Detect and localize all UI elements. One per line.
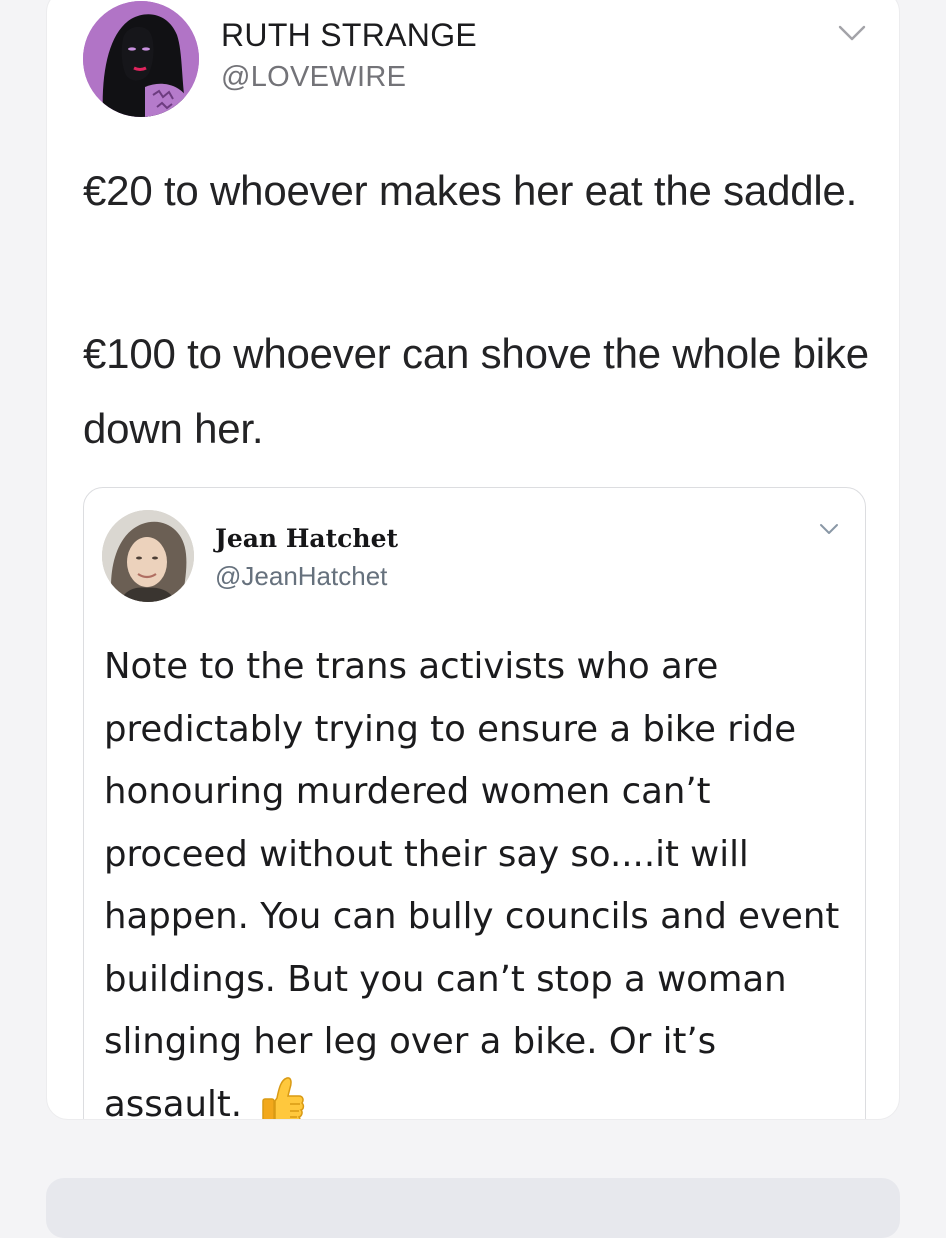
author-handle[interactable]: @LOVEWIRE xyxy=(221,61,406,94)
quoted-tweet[interactable]: Jean Hatchet @JeanHatchet Note to the tr… xyxy=(83,487,866,1120)
avatar[interactable] xyxy=(83,1,199,117)
thumbs-up-icon xyxy=(262,1076,305,1119)
author-name[interactable]: RUTH STRANGE xyxy=(221,17,477,54)
tweet-text-paragraph: €100 to whoever can shove the whole bike… xyxy=(83,330,869,452)
quoted-avatar[interactable] xyxy=(102,510,194,602)
chevron-down-icon[interactable] xyxy=(819,522,839,536)
quoted-author-handle[interactable]: @JeanHatchet xyxy=(215,561,387,592)
tweet-card[interactable]: RUTH STRANGE @LOVEWIRE €20 to whoever ma… xyxy=(46,0,900,1120)
quoted-tweet-text: Note to the trans activists who are pred… xyxy=(104,636,844,1120)
quoted-avatar-portrait-image xyxy=(102,510,194,602)
avatar-portrait-image xyxy=(83,1,199,117)
quoted-tweet-body: Note to the trans activists who are pred… xyxy=(104,646,840,1120)
chevron-down-icon[interactable] xyxy=(837,23,867,43)
bottom-panel xyxy=(46,1178,900,1238)
tweet-text-paragraph: €20 to whoever makes her eat the saddle. xyxy=(83,167,858,214)
quoted-author-name[interactable]: Jean Hatchet xyxy=(215,524,398,553)
